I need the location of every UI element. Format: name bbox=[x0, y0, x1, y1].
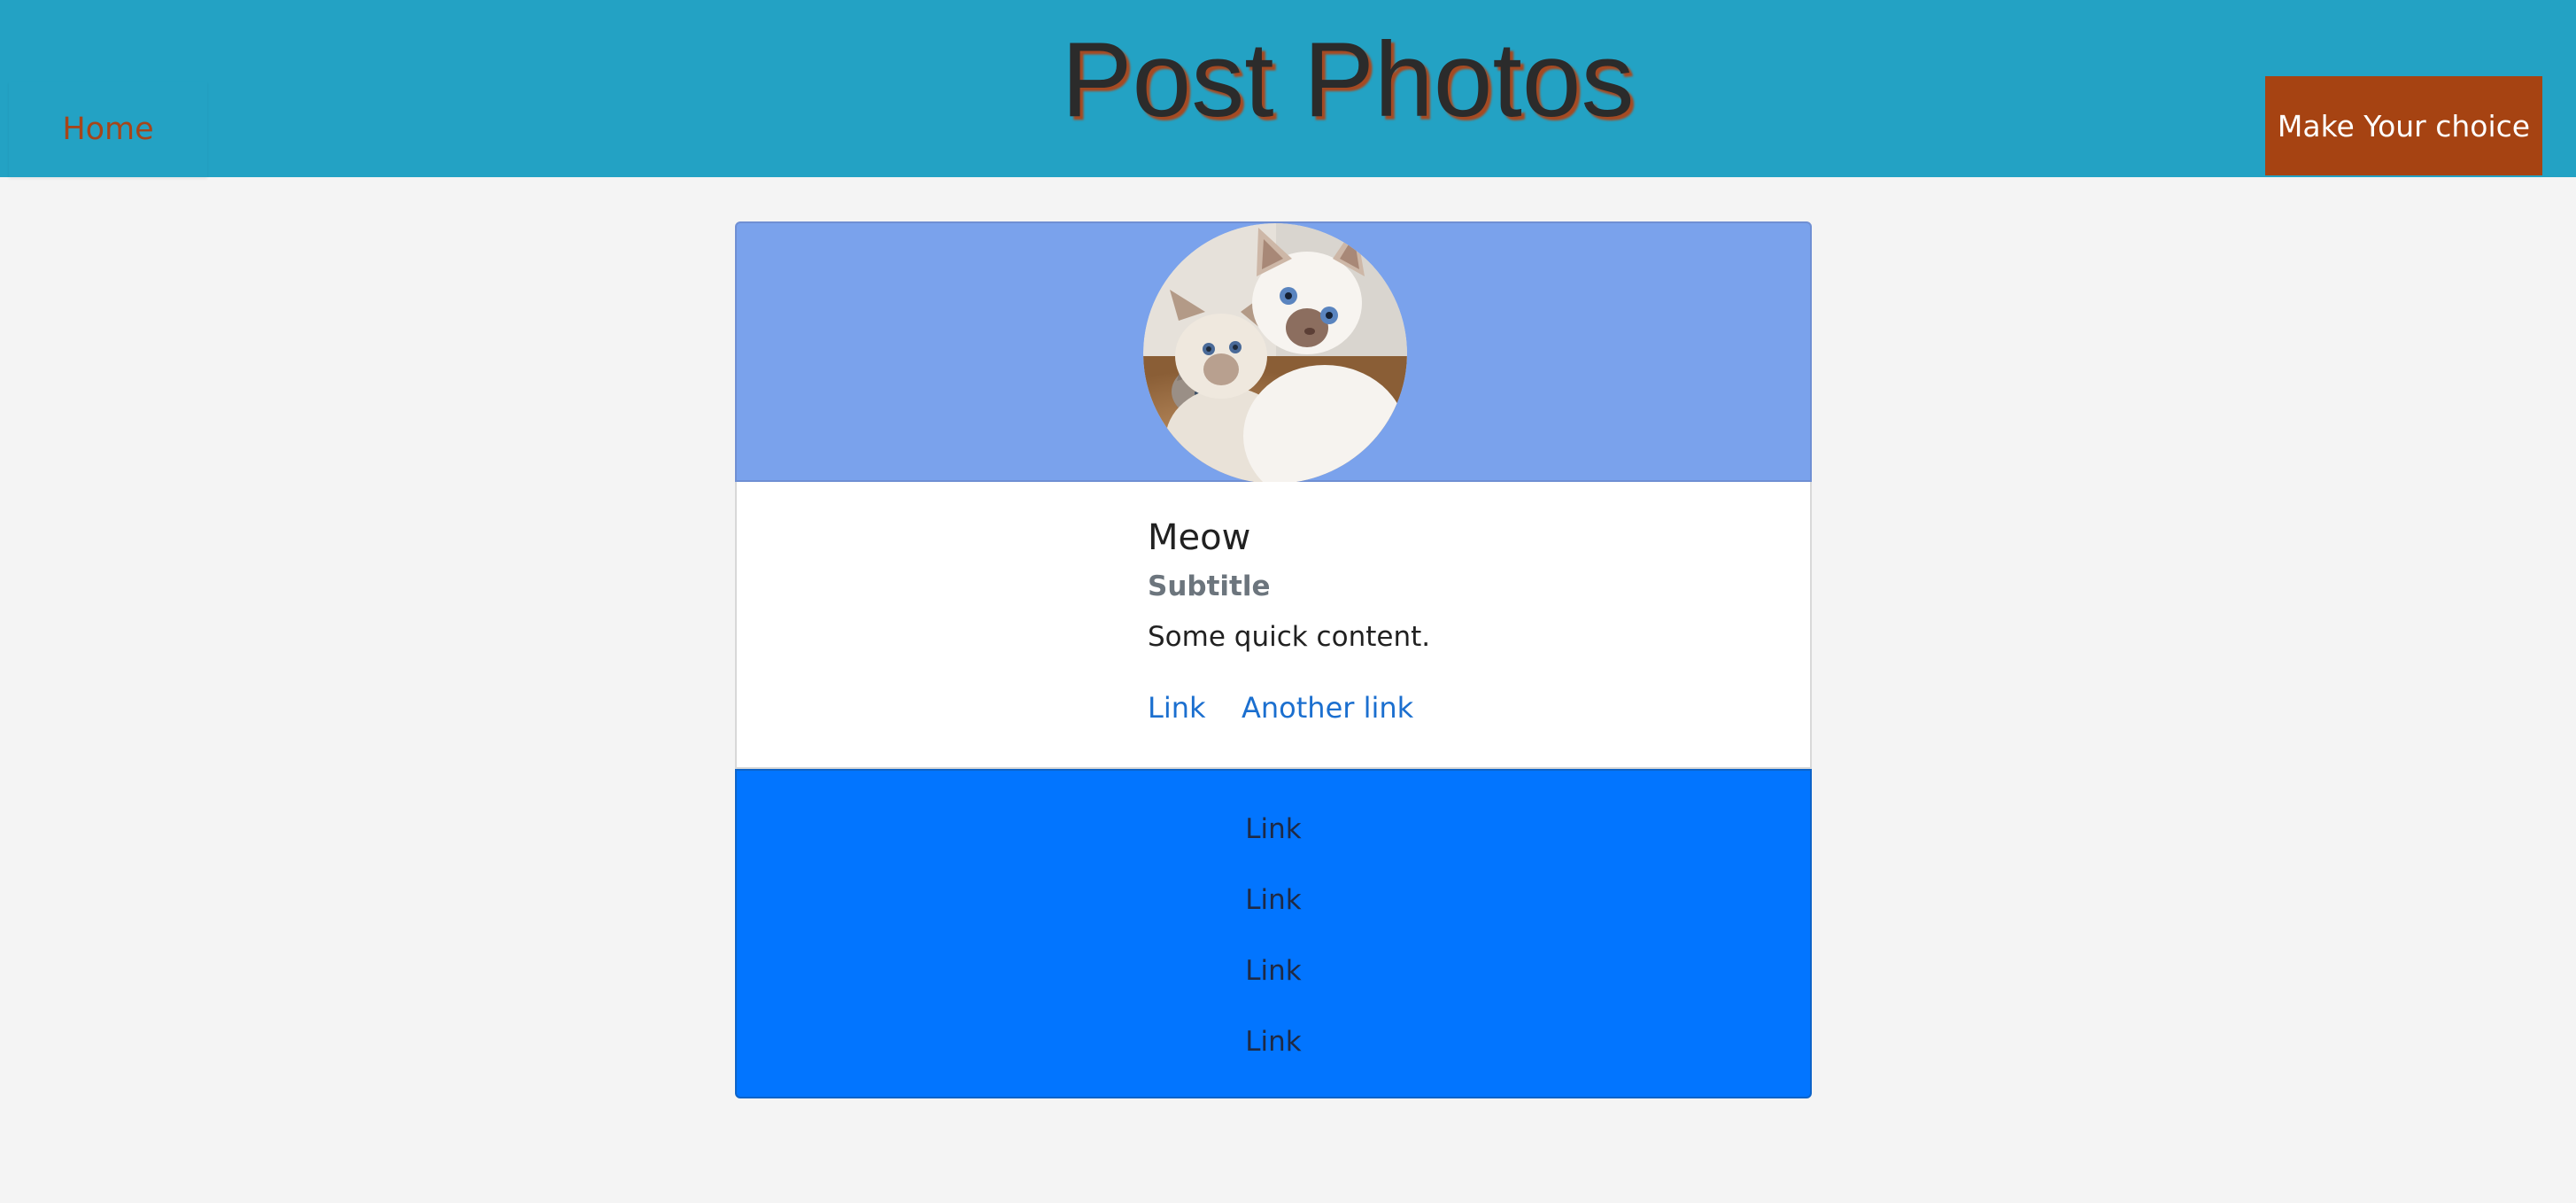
another-card-link[interactable]: Another link bbox=[1242, 691, 1413, 725]
kittens-photo-image bbox=[1143, 223, 1407, 484]
card-body: Meow Subtitle Some quick content. Link A… bbox=[735, 482, 1812, 769]
card-link[interactable]: Link bbox=[1148, 691, 1206, 725]
top-header: Home Post Photos Make Your choice bbox=[0, 0, 2576, 177]
footer-link-2[interactable]: Link bbox=[737, 879, 1810, 921]
footer-link-1[interactable]: Link bbox=[737, 808, 1810, 850]
card-image-header bbox=[735, 221, 1812, 484]
footer-link-4[interactable]: Link bbox=[737, 1021, 1810, 1063]
page-title: Post Photos bbox=[1061, 20, 1635, 139]
card-text: Some quick content. bbox=[1148, 621, 1431, 653]
card-subtitle: Subtitle bbox=[1148, 570, 1271, 602]
kittens-photo bbox=[1143, 223, 1407, 484]
card-title: Meow bbox=[1148, 517, 1251, 558]
make-your-choice-button[interactable]: Make Your choice bbox=[2265, 76, 2542, 175]
card-footer-links: Link Link Link Link bbox=[735, 769, 1812, 1098]
post-card: Meow Subtitle Some quick content. Link A… bbox=[735, 221, 1812, 1098]
footer-link-3[interactable]: Link bbox=[737, 950, 1810, 992]
